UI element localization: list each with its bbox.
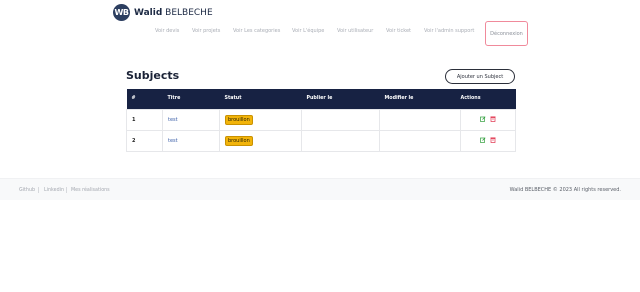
row-title[interactable]: test — [162, 108, 220, 131]
status-badge: brouillon — [225, 135, 253, 146]
top-header: WB Walid BELBECHE Voir devis Voir projet… — [0, 0, 640, 50]
brand-name-rest: BELBECHE — [162, 7, 213, 18]
main-nav: Voir devis Voir projets Voir Les categor… — [0, 28, 640, 38]
row-actions — [460, 108, 516, 131]
table-header-row: # Titre Statut Publier le Modifier le Ac… — [126, 89, 516, 109]
nav-link-equipe[interactable]: Voir L'équipe — [292, 28, 324, 34]
brand-name: Walid BELBECHE — [134, 8, 213, 18]
edit-icon[interactable] — [480, 116, 486, 123]
subjects-table: # Titre Statut Publier le Modifier le Ac… — [126, 89, 516, 152]
delete-icon[interactable] — [490, 137, 496, 144]
footer: Github Linkedin Mes réalisations Walid B… — [0, 178, 640, 200]
row-status-cell: brouillon — [219, 108, 302, 131]
nav-link-admin-support[interactable]: Voir l'admin support — [424, 28, 474, 34]
row-published — [301, 108, 380, 131]
col-header-actions: Actions — [460, 89, 516, 109]
col-header-title: Titre — [162, 89, 220, 109]
brand-logo: WB — [113, 4, 130, 21]
row-published — [301, 129, 380, 152]
brand-name-bold: Walid — [134, 7, 163, 18]
page-title: Subjects — [126, 69, 180, 82]
footer-divider — [66, 187, 67, 193]
nav-link-categories[interactable]: Voir Les categories — [233, 28, 280, 34]
footer-link-linkedin[interactable]: Linkedin — [44, 188, 64, 193]
brand[interactable]: WB Walid BELBECHE — [113, 4, 213, 21]
col-header-modified: Modifier le — [379, 89, 461, 109]
delete-icon[interactable] — [490, 116, 496, 123]
row-id: 1 — [126, 108, 163, 131]
col-header-published: Publier le — [301, 89, 380, 109]
nav-link-projets[interactable]: Voir projets — [192, 28, 220, 34]
logout-button[interactable]: Déconnexion — [485, 21, 528, 46]
copyright-text: Walid BELBECHE © 2023 All rights reserve… — [509, 187, 621, 193]
footer-divider — [38, 187, 39, 193]
status-badge: brouillon — [225, 114, 253, 125]
col-header-id: # — [126, 89, 163, 109]
row-title[interactable]: test — [162, 129, 220, 152]
footer-link-realisations[interactable]: Mes réalisations — [71, 188, 110, 193]
row-modified — [379, 108, 461, 131]
row-actions — [460, 129, 516, 152]
col-header-status: Statut — [219, 89, 302, 109]
row-modified — [379, 129, 461, 152]
edit-icon[interactable] — [480, 137, 486, 144]
table-row: 2 test brouillon — [126, 129, 516, 152]
table-row: 1 test brouillon — [126, 108, 516, 131]
row-id: 2 — [126, 129, 163, 152]
add-subject-button[interactable]: Ajouter un Subject — [445, 69, 515, 84]
nav-link-devis[interactable]: Voir devis — [155, 28, 179, 34]
footer-link-github[interactable]: Github — [19, 188, 35, 193]
nav-link-ticket[interactable]: Voir ticket — [386, 28, 411, 34]
nav-link-utilisateur[interactable]: Voir utilisateur — [337, 28, 373, 34]
row-status-cell: brouillon — [219, 129, 302, 152]
